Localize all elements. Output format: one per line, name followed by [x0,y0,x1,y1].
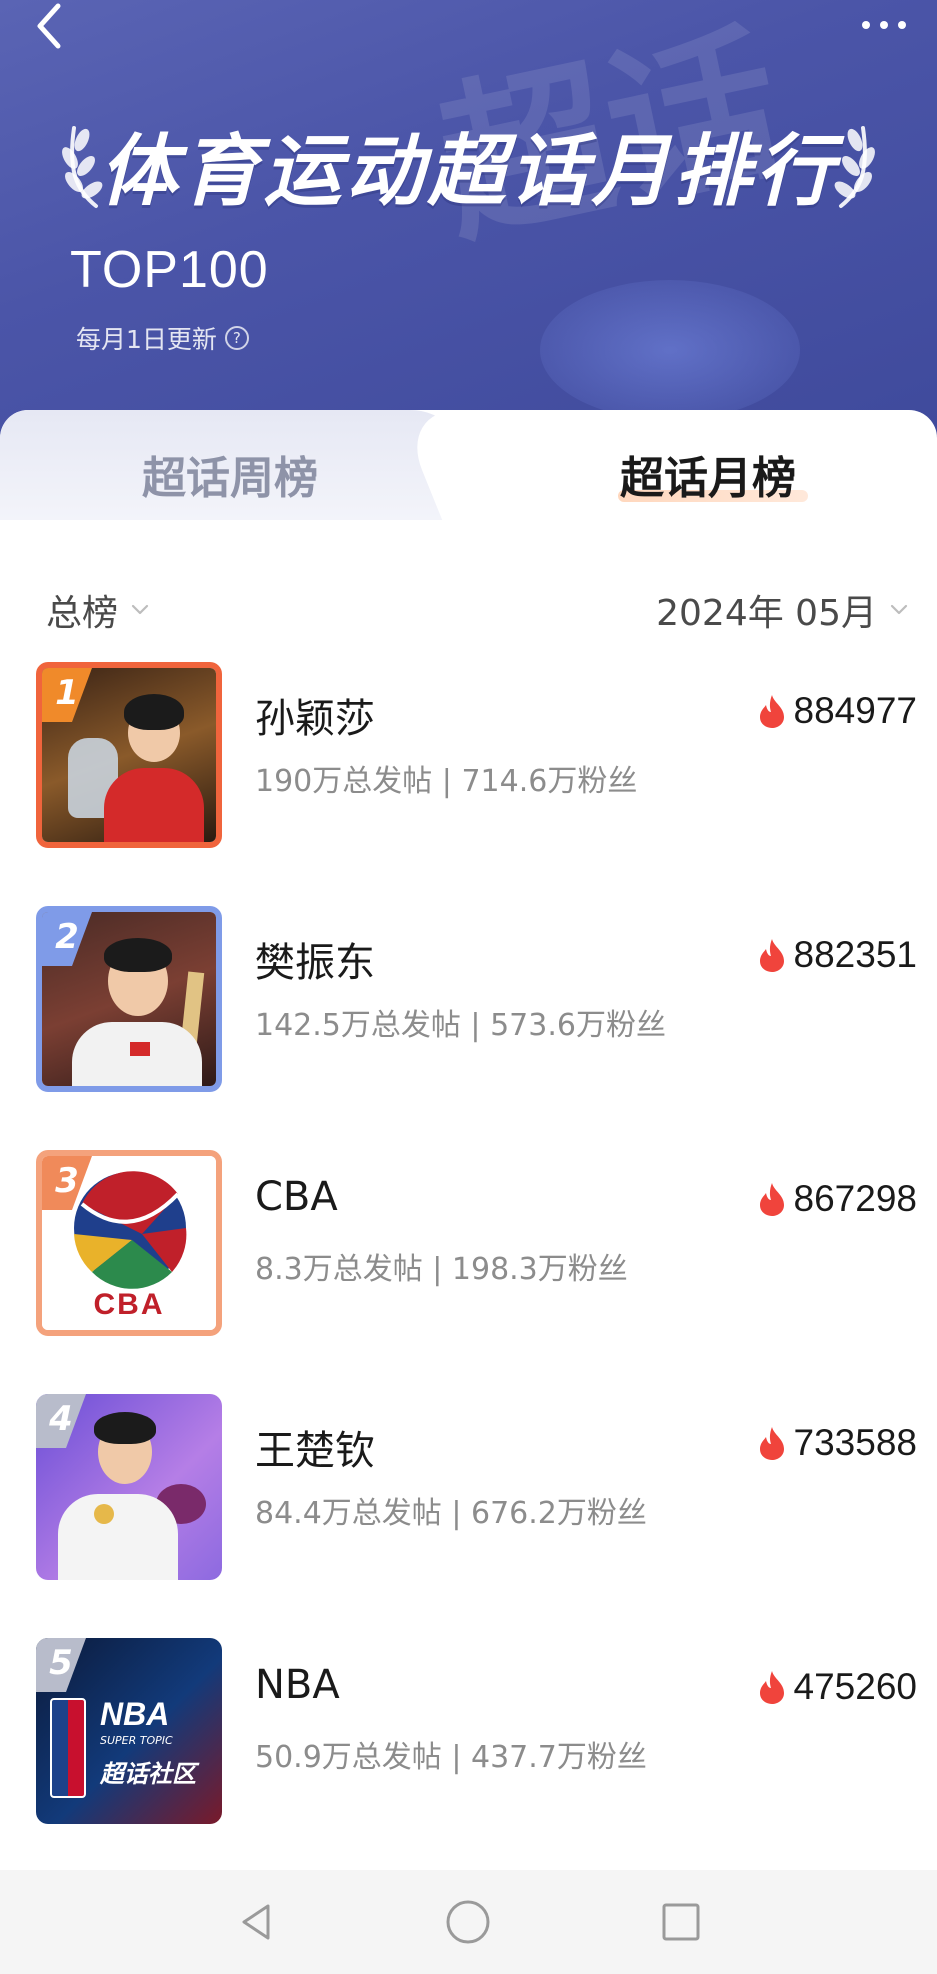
chevron-left-icon [37,3,61,49]
heat-value-1: 884977 [793,690,917,731]
title-row: 体育运动超话月排行 [0,110,937,220]
item-name-5: NBA [255,1662,340,1708]
back-button[interactable] [28,0,72,56]
triangle-back-icon [242,1904,270,1940]
item-name-2: 樊振东 [255,940,375,986]
thumbnail-2: 2 [36,906,222,1092]
chevron-down-icon [131,604,149,615]
flame-icon [759,695,784,728]
system-navbar [0,1870,937,1974]
header-glow [540,280,800,420]
item-name-1: 孙颖莎 [255,696,375,742]
flame-icon [759,1427,784,1460]
square-recents-icon [662,1903,700,1941]
heat-score-3: 867298 [756,1178,917,1220]
period-filter[interactable]: 2024年 05月 [656,584,909,636]
item-stats-4: 84.4万总发帖 | 676.2万粉丝 [255,1496,647,1531]
nba-logo-icon [50,1698,86,1798]
top100-label: TOP100 [70,241,269,299]
ranking-item-3[interactable]: CBA 3 CBA 8.3万总发帖 | 198.3万粉丝 867298 [0,1150,937,1350]
heat-score-1: 884977 [756,690,917,732]
nba-subtitle: SUPER TOPIC [100,1734,173,1747]
chevron-down-icon [890,604,908,615]
heat-score-5: 475260 [756,1666,917,1708]
item-name-4: 王楚钦 [255,1428,375,1474]
more-dot [862,21,870,29]
thumbnail-4: 4 [36,1394,222,1580]
item-name-3: CBA [255,1174,338,1220]
flame-icon [759,939,784,972]
item-stats-5: 50.9万总发帖 | 437.7万粉丝 [255,1740,647,1775]
nba-title: NBA [100,1696,170,1732]
category-filter[interactable]: 总榜 [46,584,150,636]
update-note: 每月1日更新 ? [76,320,249,356]
nav-recents-button[interactable] [651,1892,711,1952]
item-stats-3: 8.3万总发帖 | 198.3万粉丝 [255,1252,628,1287]
tab-monthly[interactable]: 超话月榜 [620,442,796,506]
update-note-text: 每月1日更新 [76,325,217,354]
nav-back-button[interactable] [226,1892,286,1952]
page-title: 体育运动超话月排行 [99,127,838,217]
item-stats-1: 190万总发帖 | 714.6万粉丝 [255,764,638,799]
header-banner: 超话 体育运动超话月排行 TOP100 每月1日更新 ? [0,0,937,440]
thumbnail-5: NBA SUPER TOPIC 超话社区 5 [36,1638,222,1824]
ranking-item-4[interactable]: 4 王楚钦 84.4万总发帖 | 676.2万粉丝 733588 [0,1394,937,1594]
ranking-item-5[interactable]: NBA SUPER TOPIC 超话社区 5 NBA 50.9万总发帖 | 43… [0,1638,937,1838]
nav-home-button[interactable] [438,1892,498,1952]
flame-icon [759,1671,784,1704]
heat-value-3: 867298 [793,1178,917,1219]
question-circle-icon[interactable]: ? [224,326,249,350]
more-dot [898,21,906,29]
thumbnail-3: CBA 3 [36,1150,222,1336]
heat-value-5: 475260 [793,1666,917,1707]
ranking-item-2[interactable]: 2 樊振东 142.5万总发帖 | 573.6万粉丝 882351 [0,906,937,1106]
heat-value-2: 882351 [793,934,917,975]
tab-weekly[interactable]: 超话周榜 [142,442,318,506]
heat-score-4: 733588 [756,1422,917,1464]
circle-home-icon [446,1900,490,1944]
heat-score-2: 882351 [756,934,917,976]
ranking-tabs: 超话周榜 超话月榜 [0,410,937,520]
more-button[interactable] [849,10,919,40]
nba-community-label: 超话社区 [100,1760,196,1788]
category-filter-label: 总榜 [46,593,119,634]
period-filter-label: 2024年 05月 [656,593,877,634]
heat-value-4: 733588 [793,1422,917,1463]
flame-icon [759,1183,784,1216]
ranking-item-1[interactable]: 1 孙颖莎 190万总发帖 | 714.6万粉丝 884977 [0,662,937,862]
thumbnail-1: 1 [36,662,222,848]
cba-logo-text: CBA [93,1288,165,1321]
item-stats-2: 142.5万总发帖 | 573.6万粉丝 [255,1008,666,1043]
more-dot [880,21,888,29]
